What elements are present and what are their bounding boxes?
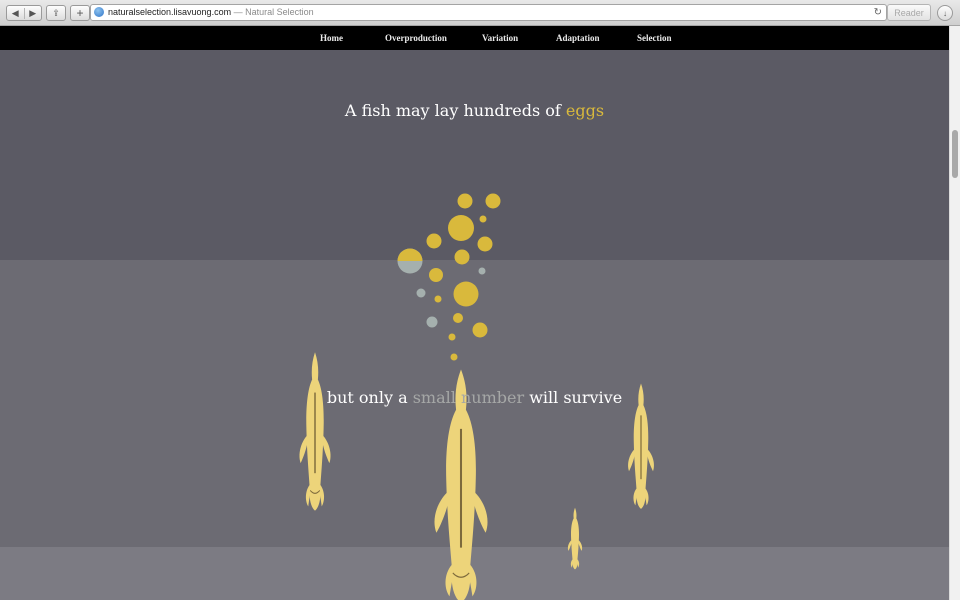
- egg: [453, 313, 463, 323]
- egg: [479, 215, 487, 223]
- headline-survive-highlight: small number: [412, 388, 525, 407]
- egg: [457, 193, 473, 209]
- egg: [478, 267, 486, 275]
- egg: [448, 215, 474, 241]
- egg: [477, 236, 493, 252]
- reload-icon[interactable]: ↻: [874, 6, 882, 19]
- egg: [472, 322, 488, 338]
- egg: [429, 268, 443, 282]
- headline-eggs-highlight: eggs: [565, 101, 605, 120]
- reader-button[interactable]: Reader: [887, 4, 931, 21]
- share-icon: ⇪: [52, 7, 60, 18]
- headline-survive-after: will survive: [524, 388, 623, 407]
- plus-icon: +: [76, 6, 84, 20]
- egg: [453, 281, 479, 307]
- egg: [450, 353, 458, 361]
- browser-toolbar: ◀ ▶ ⇪ + naturalselection.lisavuong.com —…: [0, 0, 960, 26]
- scrollbar-thumb[interactable]: [952, 130, 958, 178]
- back-icon[interactable]: ◀: [7, 8, 24, 19]
- new-tab-button[interactable]: +: [70, 5, 90, 21]
- fish-left: [299, 352, 331, 511]
- url-text: naturalselection.lisavuong.com: [108, 7, 232, 17]
- scrollbar[interactable]: [949, 26, 960, 600]
- url-separator: —: [233, 7, 243, 17]
- page-viewport: Home Overproduction Variation Adaptation…: [0, 26, 949, 600]
- egg: [426, 316, 438, 328]
- headline-eggs: A fish may lay hundreds of eggs: [0, 101, 949, 120]
- egg: [448, 333, 456, 341]
- egg: [454, 249, 470, 265]
- back-forward-group: ◀ ▶: [6, 5, 42, 21]
- share-button[interactable]: ⇪: [46, 5, 66, 21]
- egg: [416, 288, 426, 298]
- eggs-cluster: [397, 193, 501, 361]
- address-text: naturalselection.lisavuong.com — Natural…: [108, 6, 314, 19]
- address-bar[interactable]: naturalselection.lisavuong.com — Natural…: [90, 4, 887, 21]
- headline-survive-before: but only a: [326, 388, 413, 407]
- globe-icon: [94, 7, 104, 17]
- egg: [434, 295, 442, 303]
- fish-small: [567, 507, 583, 570]
- headline-eggs-text: A fish may lay hundreds of: [344, 101, 566, 120]
- headline-survive: but only a small number will survive: [0, 388, 949, 407]
- forward-icon[interactable]: ▶: [23, 7, 42, 19]
- egg: [426, 233, 442, 249]
- page-title: Natural Selection: [245, 7, 314, 17]
- egg: [485, 193, 501, 209]
- downloads-button[interactable]: ↓: [937, 5, 953, 21]
- download-icon: ↓: [943, 8, 947, 18]
